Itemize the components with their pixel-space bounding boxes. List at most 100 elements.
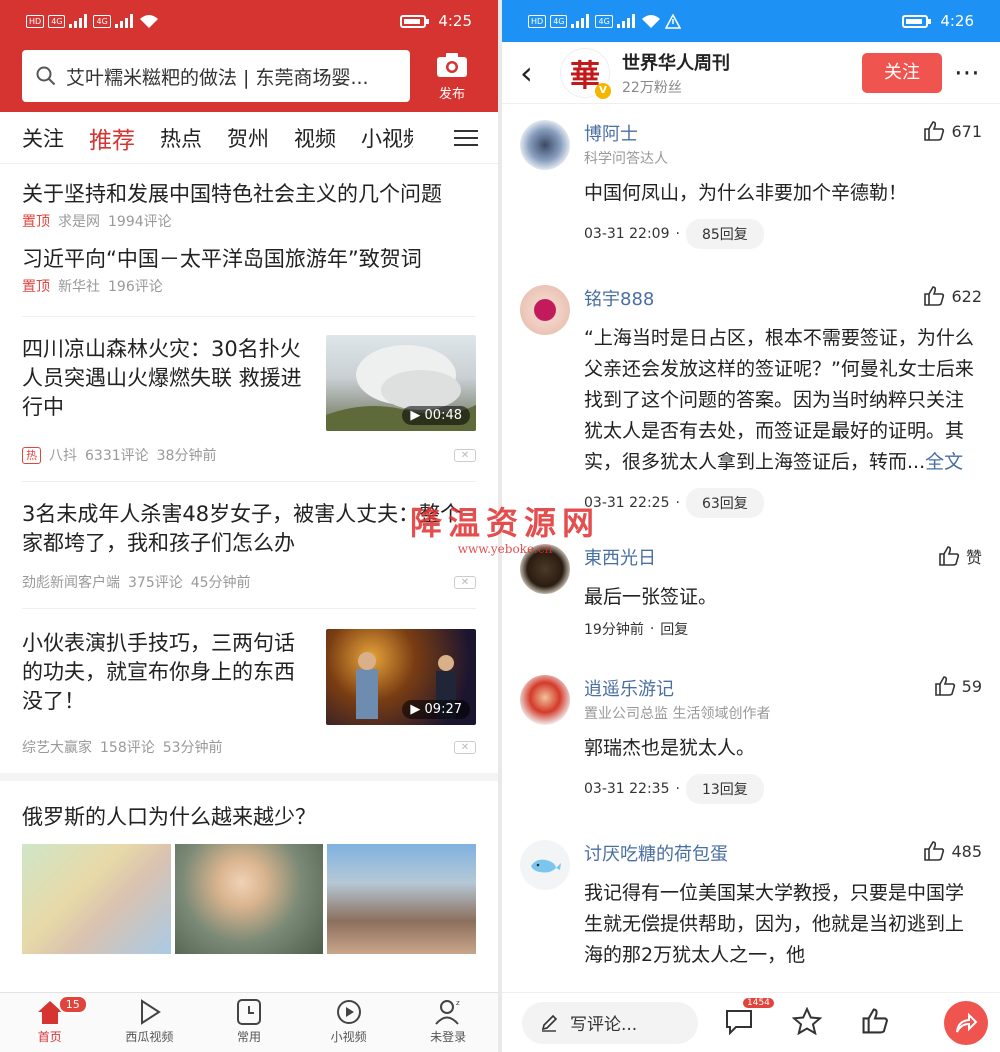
expand-full-text-link[interactable]: 全文 — [925, 451, 963, 473]
author-avatar[interactable]: 華V — [560, 47, 611, 99]
tab-short-video[interactable]: 小视频 — [361, 123, 413, 153]
portrait-image — [174, 844, 324, 954]
feed-source: 八抖 — [49, 448, 77, 464]
feed-title: 习近平向“中国－太平洋岛国旅游年”致贺词 — [22, 247, 422, 271]
feed-title: 俄罗斯的人口为什么越来越少？ — [22, 805, 316, 829]
favorite-button[interactable] — [780, 1006, 834, 1039]
thumbs-up-icon — [924, 121, 945, 141]
reply-button[interactable]: 回复 — [660, 619, 688, 639]
nav-profile[interactable]: z 未登录 — [398, 993, 498, 1052]
like-button[interactable]: 671 — [923, 120, 982, 142]
like-button[interactable]: 59 — [934, 675, 982, 697]
wifi-icon — [641, 14, 660, 28]
feed-item[interactable]: 关于坚持和发展中国特色社会主义的几个问题 置顶 求是网 1994评论 — [22, 164, 476, 231]
search-box[interactable]: 艾叶糯米糍粑的做法 | 东莞商场婴... — [22, 50, 410, 102]
publish-button[interactable]: 发布 — [422, 51, 482, 102]
commenter-name[interactable]: 讨厌吃糖的荷包蛋 — [584, 840, 728, 866]
battery-icon — [902, 14, 932, 28]
feed-item[interactable]: 俄罗斯的人口为什么越来越少？ — [22, 781, 477, 954]
like-count: 671 — [951, 121, 982, 141]
like-button[interactable]: 485 — [923, 840, 982, 862]
nav-short-video[interactable]: 小视频 — [299, 993, 399, 1052]
share-button[interactable] — [944, 1000, 988, 1045]
back-arrow-icon[interactable]: ‹ — [520, 54, 560, 92]
avatar[interactable] — [520, 840, 570, 890]
comment-item: 東西光日 赞 最后一张签证。 19分钟前 · 回复 — [502, 518, 1000, 639]
menu-icon[interactable] — [454, 125, 478, 151]
dismiss-button[interactable]: ✕ — [454, 448, 476, 462]
publish-label: 发布 — [438, 86, 465, 102]
avatar[interactable] — [520, 285, 570, 335]
avatar[interactable] — [520, 544, 570, 594]
feed-comments: 375评论 — [128, 575, 183, 591]
feed-source: 新华社 — [58, 279, 100, 295]
dismiss-button[interactable]: ✕ — [454, 575, 476, 589]
video-thumbnail[interactable]: ▶ 09:27 — [326, 629, 476, 725]
svg-text:z: z — [456, 999, 460, 1007]
reply-button[interactable]: 13回复 — [685, 774, 764, 804]
feed-item[interactable]: 四川凉山森林火灾：30名扑火人员突遇山火爆燃失联 救援进行中 ▶ 00:48 热… — [22, 317, 476, 482]
tab-hot[interactable]: 热点 — [160, 123, 202, 153]
author-name[interactable]: 世界华人周刊 — [622, 49, 730, 75]
feed-item[interactable]: 小伙表演扒手技巧，三两句话的功夫，就宣布你身上的东西没了！ ▶ 09:27 综艺… — [22, 609, 476, 773]
feed-title: 四川凉山森林火灾：30名扑火人员突遇山火爆燃失联 救援进行中 — [22, 337, 302, 419]
wifi-icon — [139, 14, 158, 28]
play-icon — [141, 999, 162, 1025]
reply-button[interactable]: 85回复 — [685, 219, 764, 249]
video-duration: ▶ 09:27 — [402, 700, 470, 719]
nav-home[interactable]: 15 首页 — [0, 993, 100, 1052]
feed-title: 3名未成年人杀害48岁女子，被害人丈夫：整个家都垮了，我和孩子们怎么办 — [22, 502, 462, 555]
feed-comments: 196评论 — [108, 279, 163, 295]
comment-text: 最后一张签证。 — [584, 586, 718, 608]
nav-label: 西瓜视频 — [125, 1030, 174, 1044]
camera-icon — [437, 52, 467, 77]
section-divider — [0, 773, 498, 781]
search-icon — [36, 66, 56, 86]
status-bar: HD 4G 4G 4:25 — [0, 0, 498, 42]
commenter-name[interactable]: 博阿士 — [584, 120, 668, 146]
like-button[interactable]: 622 — [923, 285, 982, 307]
write-comment-input[interactable]: 写评论... — [522, 1001, 698, 1044]
comments-button[interactable]: 1454 — [712, 996, 775, 1039]
comment-time: 03-31 22:09 — [584, 226, 670, 242]
status-time: 4:26 — [940, 12, 974, 30]
commenter-name[interactable]: 東西光日 — [584, 544, 656, 570]
tab-video[interactable]: 视频 — [294, 123, 336, 153]
feed-item[interactable]: 习近平向“中国－太平洋岛国旅游年”致贺词 置顶 新华社 196评论 — [22, 231, 476, 317]
nav-common[interactable]: 常用 — [199, 993, 299, 1052]
avatar[interactable] — [520, 120, 570, 170]
tab-recommend[interactable]: 推荐 — [89, 121, 135, 155]
video-thumbnail[interactable]: ▶ 00:48 — [326, 335, 476, 431]
thumbs-up-icon — [862, 1008, 888, 1033]
like-count: 59 — [961, 676, 982, 696]
status-bar: HD 4G 4G 4:26 — [502, 0, 1000, 42]
feed-title: 关于坚持和发展中国特色社会主义的几个问题 — [22, 182, 442, 206]
like-count: 622 — [951, 286, 982, 306]
dismiss-button[interactable]: ✕ — [454, 740, 476, 754]
commenter-name[interactable]: 铭宇888 — [584, 285, 654, 311]
nav-label: 常用 — [236, 1030, 261, 1044]
hd-badge: HD — [26, 14, 45, 28]
hd-badge: HD — [528, 14, 547, 28]
tab-hezhou[interactable]: 贺州 — [227, 123, 269, 153]
avatar[interactable] — [520, 675, 570, 725]
more-options-icon[interactable]: ⋯ — [942, 58, 982, 88]
feed-source: 综艺大赢家 — [22, 740, 92, 756]
tab-follow[interactable]: 关注 — [22, 123, 64, 153]
feed-item[interactable]: 3名未成年人杀害48岁女子，被害人丈夫：整个家都垮了，我和孩子们怎么办 劲彪新闻… — [22, 482, 476, 609]
nav-xigua-video[interactable]: 西瓜视频 — [100, 993, 200, 1052]
like-button[interactable]: 赞 — [938, 544, 982, 568]
comment-item: 博阿士 科学问答达人 671 中国何凤山，为什么非要加个辛德勒！ 03-31 22… — [502, 104, 1000, 249]
notification-badge: 15 — [57, 995, 88, 1014]
feed-time: 38分钟前 — [156, 448, 217, 464]
network-type: 4G — [550, 14, 568, 28]
comment-list: 博阿士 科学问答达人 671 中国何凤山，为什么非要加个辛德勒！ 03-31 22… — [502, 104, 1000, 971]
like-article-button[interactable] — [848, 1007, 902, 1039]
short-video-icon — [336, 1000, 361, 1024]
reply-button[interactable]: 63回复 — [685, 488, 764, 518]
follow-button[interactable]: 关注 — [862, 52, 942, 93]
status-time: 4:25 — [438, 12, 472, 30]
commenter-name[interactable]: 逍遥乐游记 — [584, 675, 770, 701]
like-count: 赞 — [965, 548, 982, 567]
hot-badge: 热 — [22, 446, 41, 464]
